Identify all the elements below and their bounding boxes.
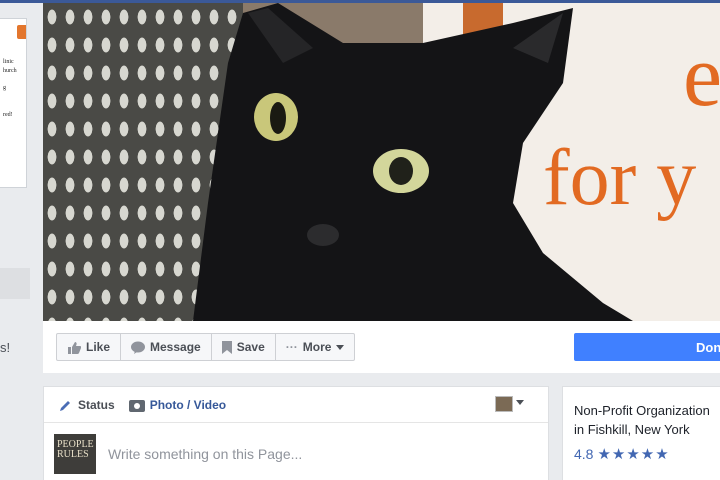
camera-icon bbox=[128, 399, 145, 412]
flyer-line: red! bbox=[3, 112, 13, 118]
cover-text-line1: e bbox=[683, 28, 720, 125]
flyer-orange-block bbox=[17, 25, 26, 39]
save-label: Save bbox=[236, 340, 265, 354]
page-action-bar: Like Message Save ··· More Don bbox=[43, 321, 720, 373]
pencil-icon bbox=[60, 400, 70, 411]
page-location: in Fishkill, New York bbox=[574, 422, 690, 437]
posting-as-thumbnail[interactable] bbox=[495, 396, 513, 412]
tab-photo-video[interactable]: Photo / Video bbox=[128, 397, 227, 412]
flyer-thumbnail[interactable]: linic hurch g red! bbox=[0, 18, 27, 188]
avatar[interactable]: PEOPLE RULES bbox=[54, 434, 96, 474]
composer-tabs: Status Photo / Video bbox=[44, 387, 548, 423]
message-label: Message bbox=[150, 340, 201, 354]
rating-row[interactable]: 4.8 ★★★★★ bbox=[574, 445, 720, 464]
rating-value: 4.8 bbox=[574, 446, 594, 462]
star-rating-icon: ★★★★★ bbox=[597, 446, 670, 463]
primary-cta-button[interactable]: Don bbox=[574, 333, 720, 361]
page-category[interactable]: Non-Profit Organization bbox=[574, 401, 720, 420]
more-label: More bbox=[302, 340, 332, 354]
flyer-line: hurch bbox=[3, 68, 17, 74]
bookmark-icon bbox=[221, 340, 232, 354]
post-composer: Status Photo / Video PEOPLE RULES Write … bbox=[43, 386, 549, 480]
left-nav-item[interactable] bbox=[0, 268, 30, 299]
chevron-down-icon bbox=[336, 344, 345, 350]
thumbs-up-icon bbox=[68, 341, 81, 354]
action-button-group: Like Message Save ··· More bbox=[56, 333, 356, 361]
message-button[interactable]: Message bbox=[121, 334, 212, 360]
page-info-card: Non-Profit Organization in Fishkill, New… bbox=[562, 386, 720, 480]
left-text-fragment: s! bbox=[0, 340, 11, 355]
save-button[interactable]: Save bbox=[212, 334, 276, 360]
tab-photo-label: Photo / Video bbox=[149, 397, 227, 412]
messenger-icon bbox=[131, 341, 146, 354]
tab-status-label: Status bbox=[78, 397, 115, 412]
cover-text-line2: for y bbox=[543, 134, 697, 222]
cover-photo[interactable]: e for y bbox=[43, 3, 720, 321]
like-button[interactable]: Like bbox=[57, 334, 122, 360]
like-label: Like bbox=[86, 340, 111, 354]
tab-status[interactable]: Status bbox=[59, 398, 115, 412]
flyer-line: linic bbox=[3, 59, 14, 65]
chevron-down-icon[interactable] bbox=[516, 400, 524, 405]
flyer-line: g bbox=[3, 85, 6, 91]
ellipsis-icon: ··· bbox=[285, 340, 298, 354]
more-button[interactable]: ··· More bbox=[276, 334, 355, 360]
composer-input[interactable]: Write something on this Page... bbox=[108, 446, 302, 462]
